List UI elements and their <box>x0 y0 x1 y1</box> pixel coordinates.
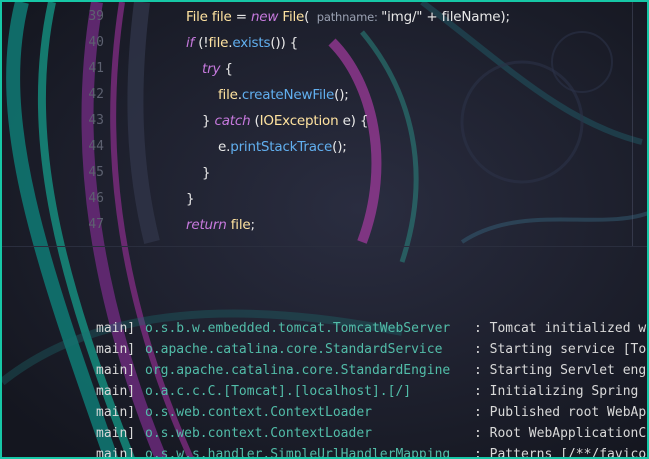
code-token: ( <box>304 9 314 25</box>
code-token: "img/" <box>381 9 423 25</box>
code-line[interactable]: 47 return file; <box>2 212 632 238</box>
code-token: (! <box>194 35 209 51</box>
code-token: return <box>186 217 227 233</box>
code-token: ; <box>250 217 255 233</box>
log-message: : Starting Servlet eng <box>474 363 647 378</box>
code-line[interactable]: 41 try { <box>2 56 632 82</box>
code-text[interactable]: file.createNewFile(); <box>218 82 349 108</box>
code-token: e) { <box>338 113 369 129</box>
code-line[interactable]: 42 file.createNewFile(); <box>2 82 632 108</box>
code-text[interactable]: } <box>186 186 195 212</box>
log-logger-link[interactable]: o.a.c.c.C.[Tomcat].[localhost].[/] <box>145 381 411 402</box>
console-log-line[interactable]: main] org.apache.catalina.core.StandardEn… <box>2 360 647 381</box>
code-token: { <box>220 61 233 77</box>
log-thread: main] <box>96 342 136 357</box>
code-token: ( <box>250 113 260 129</box>
line-number[interactable]: 42 <box>62 82 104 108</box>
line-number[interactable]: 44 <box>62 134 104 160</box>
code-token: } <box>186 191 195 207</box>
console-log-line[interactable]: main] o.s.w.s.handler.SimpleUrlHandlerMap… <box>2 444 647 459</box>
console-log-line[interactable]: main] o.s.b.w.embedded.tomcat.TomcatWebSe… <box>2 318 647 339</box>
code-line[interactable]: 46} <box>2 186 632 212</box>
line-number[interactable]: 46 <box>62 186 104 212</box>
code-token: fileName <box>441 9 501 25</box>
code-line[interactable]: 44 e.printStackTrace(); <box>2 134 632 160</box>
log-thread: main] <box>96 426 136 441</box>
code-token: try <box>202 61 221 77</box>
code-token: exists <box>232 35 271 51</box>
log-thread: main] <box>96 405 136 420</box>
log-thread: main] <box>96 384 136 399</box>
code-line[interactable]: 40 if (!file.exists()) { <box>2 30 632 56</box>
code-editor[interactable]: 39 File file = new File( pathname: "img/"… <box>2 2 647 246</box>
code-text[interactable]: File file = new File( pathname: "img/" +… <box>186 4 510 30</box>
code-token: createNewFile <box>241 87 335 103</box>
editor-console-divider <box>2 246 647 247</box>
run-console[interactable]: main] o.s.b.w.embedded.tomcat.TomcatWebSe… <box>2 302 647 459</box>
log-thread: main] <box>96 321 136 336</box>
console-log-line[interactable]: main] o.a.c.c.C.[Tomcat].[localhost].[/]:… <box>2 381 647 402</box>
line-number[interactable]: 40 <box>62 30 104 56</box>
console-log-line[interactable]: main] o.apache.catalina.core.StandardServ… <box>2 339 647 360</box>
code-line[interactable]: 43} catch (IOException e) { <box>2 108 632 134</box>
code-token: new <box>250 9 279 25</box>
log-message: : Published root WebAp <box>474 405 647 420</box>
code-token: } <box>202 165 211 181</box>
code-text[interactable]: return file; <box>186 212 255 238</box>
parameter-hint: pathname: <box>313 10 382 24</box>
log-logger-link[interactable]: o.apache.catalina.core.StandardService <box>145 339 442 360</box>
code-text[interactable]: try { <box>202 56 233 82</box>
log-message: : Root WebApplicationC <box>474 426 647 441</box>
code-token: (); <box>334 87 349 103</box>
console-line-partial <box>2 302 647 311</box>
code-token: file <box>230 217 251 233</box>
code-text[interactable]: } <box>202 160 211 186</box>
log-message: : Tomcat initialized w <box>474 321 647 336</box>
line-number[interactable]: 43 <box>62 108 104 134</box>
line-number[interactable]: 41 <box>62 56 104 82</box>
log-message: : Patterns [/**/favico <box>474 447 647 459</box>
line-number[interactable]: 47 <box>62 212 104 238</box>
code-text[interactable]: if (!file.exists()) { <box>186 30 298 56</box>
log-logger-link[interactable]: o.s.web.context.ContextLoader <box>145 423 372 444</box>
log-logger-link[interactable]: o.s.b.w.embedded.tomcat.TomcatWebServer <box>145 318 450 339</box>
code-token: file <box>218 87 238 103</box>
code-text[interactable]: } catch (IOException e) { <box>202 108 368 134</box>
code-token: File <box>186 9 208 25</box>
code-token: printStackTrace <box>230 139 333 155</box>
log-thread: main] <box>96 447 136 459</box>
line-number[interactable]: 39 <box>62 4 104 30</box>
code-token: + <box>422 9 442 25</box>
code-token: file <box>211 9 232 25</box>
code-text[interactable]: e.printStackTrace(); <box>218 134 347 160</box>
code-line[interactable]: 39 File file = new File( pathname: "img/"… <box>2 4 632 30</box>
code-token: (); <box>332 139 347 155</box>
code-token: IOException <box>259 113 339 129</box>
code-token: ); <box>500 9 510 25</box>
log-logger-link[interactable]: o.s.w.s.handler.SimpleUrlHandlerMapping <box>145 444 450 457</box>
code-token: ()) { <box>270 35 298 51</box>
code-token: file <box>208 35 229 51</box>
log-thread: main] <box>96 363 136 378</box>
console-log-line[interactable]: main] o.s.web.context.ContextLoader : Root… <box>2 423 647 444</box>
log-logger-link[interactable]: o.s.web.context.ContextLoader <box>145 402 372 423</box>
code-token: } <box>202 113 215 129</box>
code-token: catch <box>214 113 251 129</box>
code-line[interactable]: 45} <box>2 160 632 186</box>
ide-window: 39 File file = new File( pathname: "img/"… <box>0 0 649 459</box>
code-token: = <box>231 9 251 25</box>
log-logger-link[interactable]: org.apache.catalina.core.StandardEngine <box>145 360 450 381</box>
code-token: e <box>218 139 227 155</box>
console-log-line[interactable]: main] o.s.web.context.ContextLoader : Publ… <box>2 402 647 423</box>
code-token: File <box>282 9 305 25</box>
log-message: : Starting service [To <box>474 342 647 357</box>
right-margin-guide <box>632 2 633 246</box>
line-number[interactable]: 45 <box>62 160 104 186</box>
log-message: : Initializing Spring <box>474 384 639 399</box>
code-token: if <box>186 35 195 51</box>
